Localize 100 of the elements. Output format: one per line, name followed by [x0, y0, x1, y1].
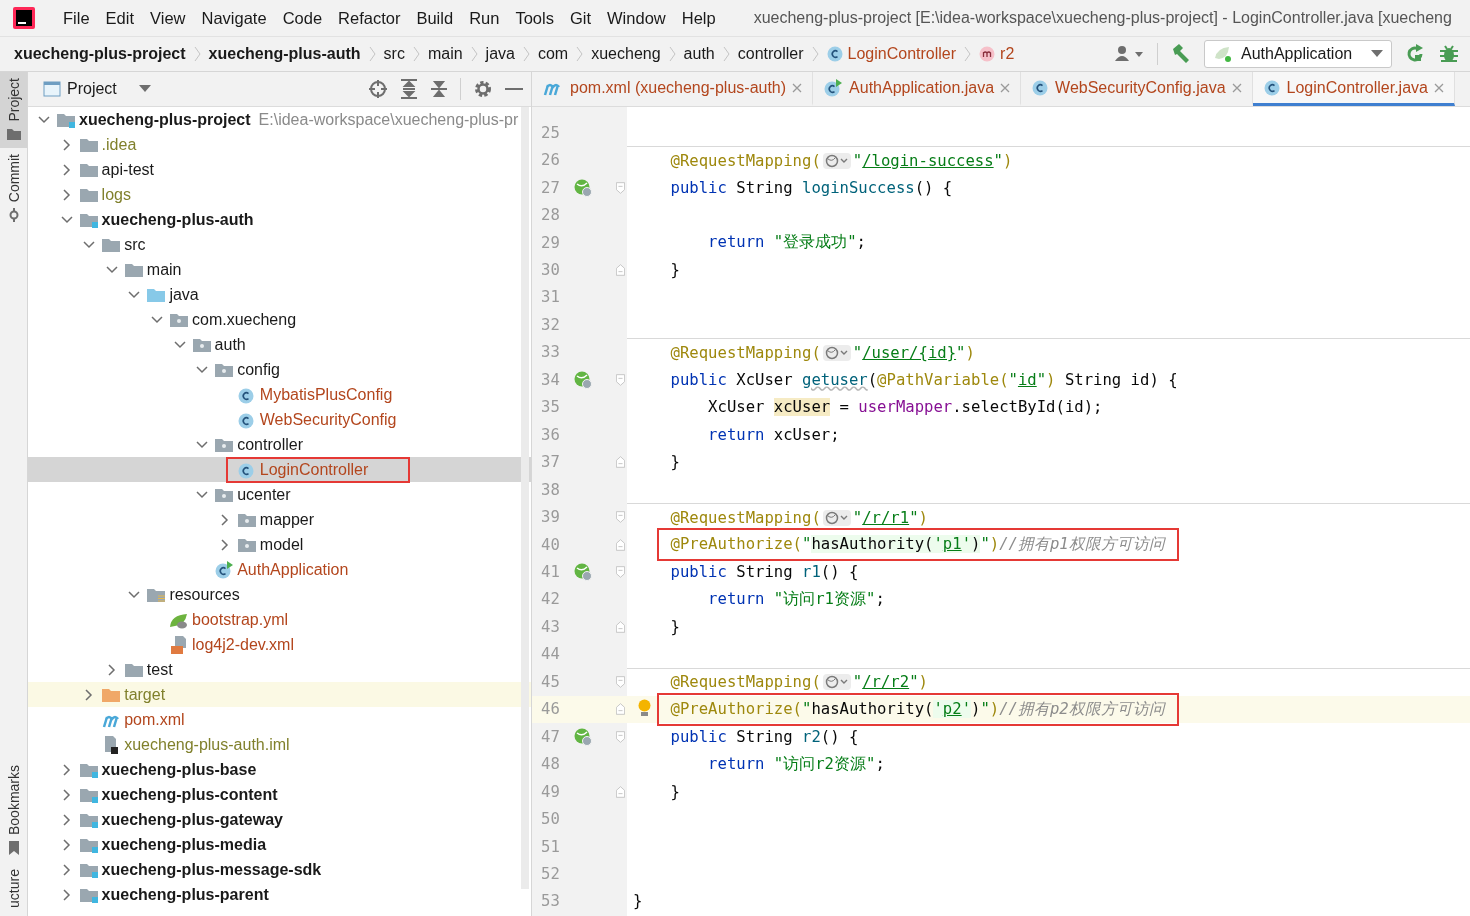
tree-item[interactable]: LoginController [259, 460, 369, 479]
menu-item[interactable]: Run [461, 8, 508, 28]
breadcrumb-item[interactable]: com [537, 45, 569, 63]
menu-item[interactable]: Tools [507, 8, 562, 28]
fold-marker-icon[interactable] [616, 619, 625, 634]
tree-item[interactable]: java [169, 285, 199, 304]
menu-item[interactable]: Refactor [330, 8, 409, 28]
settings-icon[interactable] [473, 79, 493, 99]
fold-marker-icon[interactable] [616, 180, 625, 195]
tree-item[interactable]: xuecheng-plus-content [101, 785, 278, 804]
panel-title[interactable]: Project [67, 80, 117, 98]
tool-window-button[interactable]: Project [0, 72, 27, 148]
tree-item[interactable]: xuecheng-plus-media [101, 835, 267, 854]
tool-window-button[interactable]: Commit [0, 147, 27, 230]
close-icon[interactable] [1000, 82, 1011, 93]
fold-marker-icon[interactable] [616, 702, 625, 717]
breadcrumb-item[interactable]: LoginController [847, 45, 957, 63]
endpoint-icon[interactable] [574, 178, 592, 197]
menu-item[interactable]: Navigate [193, 8, 275, 28]
endpoint-icon[interactable] [574, 370, 592, 389]
breadcrumb-item[interactable]: main [427, 45, 463, 63]
fold-marker-icon[interactable] [616, 564, 625, 579]
fold-marker-icon[interactable] [616, 537, 625, 552]
editor-tab[interactable]: WebSecurityConfig.java [1021, 72, 1253, 106]
bulb-icon[interactable] [638, 698, 651, 717]
menu-item[interactable]: Git [561, 8, 600, 28]
tree-item[interactable]: log4j2-dev.xml [192, 635, 294, 654]
tree-item[interactable]: .idea [101, 135, 137, 154]
close-icon[interactable] [1231, 82, 1242, 93]
tree-item[interactable]: xuecheng-plus-project [79, 110, 251, 129]
fold-marker-icon[interactable] [616, 729, 625, 744]
minimize-icon[interactable] [505, 87, 523, 91]
breadcrumb-item[interactable]: controller [737, 45, 804, 63]
fold-marker-icon[interactable] [616, 263, 625, 277]
tree-item[interactable]: test [146, 660, 173, 679]
editor-tab[interactable]: AuthApplication.java [813, 72, 1022, 106]
fold-marker-icon[interactable] [616, 455, 625, 470]
tree-item[interactable]: main [146, 260, 182, 279]
tree-item[interactable]: MybatisPlusConfig [259, 385, 393, 404]
endpoint-icon[interactable] [574, 727, 592, 746]
tree-item[interactable]: target [124, 685, 166, 704]
tree-item[interactable]: xuecheng-plus-message-sdk [101, 860, 322, 879]
tree-item[interactable]: xuecheng-plus-auth [101, 210, 254, 229]
scrollbar[interactable] [521, 107, 529, 889]
tree-item[interactable]: logs [101, 185, 131, 204]
run-configuration-dropdown[interactable]: AuthApplication [1204, 40, 1392, 68]
editor-tab[interactable]: LoginController.java [1252, 72, 1455, 106]
tree-item[interactable]: AuthApplication [237, 560, 349, 579]
menu-item[interactable]: Help [673, 8, 724, 28]
tree-item[interactable]: pom.xml [124, 710, 185, 729]
globe-icon[interactable] [822, 673, 851, 692]
breadcrumb-item[interactable]: r2 [1000, 45, 1015, 63]
fold-marker-icon[interactable] [616, 674, 625, 689]
tree-item[interactable]: WebSecurityConfig [259, 410, 397, 429]
close-icon[interactable] [792, 82, 803, 93]
tree-item[interactable]: src [124, 235, 146, 254]
menu-item[interactable]: View [142, 8, 194, 28]
tree-item[interactable]: controller [237, 435, 303, 454]
globe-icon[interactable] [822, 343, 851, 362]
menu-item[interactable]: Edit [97, 8, 143, 28]
close-icon[interactable] [1433, 82, 1444, 93]
tree-item[interactable]: bootstrap.yml [192, 610, 289, 629]
fold-marker-icon[interactable] [616, 510, 625, 525]
menu-item[interactable]: Window [599, 8, 674, 28]
breadcrumb-item[interactable]: xuecheng [591, 45, 661, 63]
tree-item[interactable]: ucenter [237, 485, 291, 504]
tree-row[interactable]: target [28, 682, 531, 707]
collapse-all-icon[interactable] [430, 79, 448, 99]
debug-icon[interactable] [1438, 43, 1460, 65]
tree-row[interactable]: LoginController [28, 457, 531, 482]
breadcrumb-item[interactable]: xuecheng-plus-auth [208, 45, 361, 63]
menu-item[interactable]: File [55, 8, 98, 28]
breadcrumb-item[interactable]: src [383, 45, 405, 63]
menu-item[interactable]: Code [274, 8, 331, 28]
tree-item[interactable]: xuecheng-plus-auth.iml [124, 735, 290, 754]
globe-icon[interactable] [822, 508, 851, 527]
editor-tab[interactable]: pom.xml (xuecheng-plus-auth) [532, 72, 814, 106]
tree-item[interactable]: model [259, 535, 304, 554]
globe-icon[interactable] [822, 151, 851, 170]
tree-item[interactable]: mapper [259, 510, 315, 529]
tree-item[interactable]: resources [169, 585, 240, 604]
tree-item[interactable]: config [237, 360, 280, 379]
tool-window-button[interactable]: Bookmarks [0, 759, 27, 864]
endpoint-icon[interactable] [574, 562, 592, 581]
breadcrumb-item[interactable]: auth [683, 45, 715, 63]
fold-marker-icon[interactable] [616, 784, 625, 799]
breadcrumb-item[interactable]: xuecheng-plus-project [14, 45, 186, 63]
tree-item[interactable]: com.xuecheng [192, 310, 297, 329]
tree-item[interactable]: xuecheng-plus-base [101, 760, 257, 779]
hammer-icon[interactable] [1170, 43, 1192, 65]
breadcrumb-item[interactable]: java [485, 45, 515, 63]
tree-item[interactable]: auth [214, 335, 246, 354]
user-icon[interactable] [1113, 44, 1145, 64]
caret-icon[interactable] [138, 85, 151, 93]
locate-icon[interactable] [368, 79, 388, 99]
tree-item[interactable]: api-test [101, 160, 155, 179]
expand-all-icon[interactable] [400, 79, 418, 99]
tree-item[interactable]: xuecheng-plus-parent [101, 885, 269, 904]
tree-item[interactable]: xuecheng-plus-gateway [101, 810, 283, 829]
menu-item[interactable]: Build [408, 8, 462, 28]
